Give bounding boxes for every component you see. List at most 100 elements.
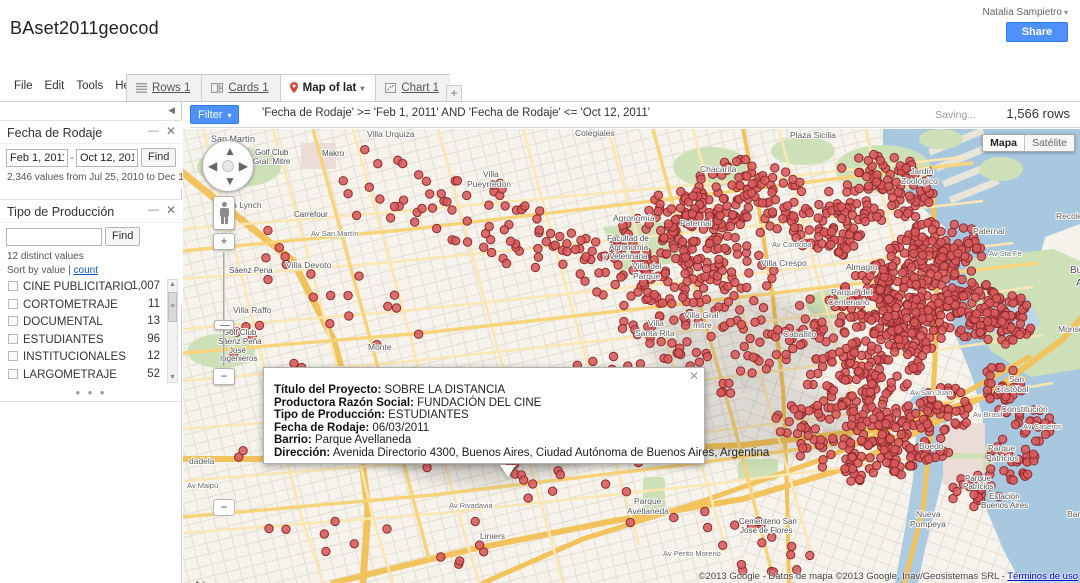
sort-by-count-link[interactable]: count [74, 265, 98, 276]
date-filter-meta: 2,346 values from Jul 25, 2010 to Dec 1,… [7, 172, 212, 183]
pan-down-icon[interactable]: ▼ [224, 175, 236, 187]
tab-chart[interactable]: Chart 1 [375, 74, 451, 104]
view-tabs: Rows 1 Cards 1 Map of lat ▾ Chart 1 [126, 74, 451, 104]
list-item[interactable]: LARGOMETRAJE 52 [0, 367, 182, 384]
minimize-icon[interactable]: — [148, 125, 159, 137]
svg-text:Jose de Flores: Jose de Flores [740, 526, 792, 535]
date-to-input[interactable] [76, 148, 138, 167]
map-canvas: Villa Urquiza Colegiales Plaza SiciliaSan … [183, 129, 1080, 583]
pan-left-icon[interactable]: ◀ [208, 160, 217, 172]
svg-text:Villa: Villa [483, 169, 499, 179]
svg-text:Almagro: Almagro [846, 262, 878, 272]
info-row: Dirección: Avenida Directorio 4300, Buen… [274, 447, 769, 460]
zoom-out-secondary-button[interactable]: − [213, 499, 235, 516]
map-pan-control[interactable]: ▲ ▼ ◀ ▶ [202, 140, 254, 192]
svg-text:Agronomía: Agronomía [609, 243, 649, 252]
scrollbar-thumb[interactable]: ≡ [168, 292, 177, 322]
map-type-control[interactable]: Mapa Satélite [982, 134, 1075, 152]
svg-text:Zoológico: Zoológico [901, 176, 938, 186]
tab-chart-label: Chart 1 [401, 82, 440, 94]
info-label: Dirección: [274, 446, 331, 459]
filter-sidebar: ◀ Fecha de Rodaje — ✕ - Find 2,346 values… [0, 102, 212, 583]
value-label: CORTOMETRAJE [23, 298, 118, 311]
list-item[interactable]: CINE PUBLICITARIO 1,007 [0, 279, 182, 297]
minimize-icon[interactable]: — [148, 204, 159, 216]
map-type-satelite-button[interactable]: Satélite [1025, 135, 1074, 151]
zoom-in-button[interactable]: + [213, 233, 235, 250]
add-tab-button[interactable]: + [446, 85, 462, 102]
svg-text:Parque: Parque [633, 271, 661, 281]
close-icon[interactable]: ✕ [166, 203, 176, 217]
pan-up-icon[interactable]: ▲ [224, 145, 236, 157]
value-label: CINE PUBLICITARIO [23, 281, 133, 293]
svg-text:Agronomía: Agronomía [613, 213, 655, 223]
list-item[interactable]: DOCUMENTAL 13 [0, 314, 182, 332]
svg-text:Av Rivadavia: Av Rivadavia [449, 501, 493, 510]
svg-text:Villa del: Villa del [632, 261, 662, 271]
filter-value-list[interactable]: CINE PUBLICITARIO 1,007 CORTOMETRAJE 11 DO… [0, 279, 182, 383]
map-attribution: ©2013 Google - Datos de mapa ©2013 Googl… [699, 571, 1078, 582]
terms-of-use-link[interactable]: Términos de uso [1007, 571, 1078, 582]
svg-text:Pompeya: Pompeya [910, 519, 946, 529]
sidebar-collapse-button[interactable]: ◀ [168, 105, 175, 116]
distinct-values-label: 12 distinct values [7, 251, 84, 262]
map-zoom-control[interactable]: + − [213, 233, 235, 385]
map-view[interactable]: Villa Urquiza Colegiales Plaza Sicilia San … [183, 129, 1080, 583]
checkbox[interactable] [8, 333, 18, 344]
zoom-slider-thumb[interactable] [214, 320, 234, 330]
date-from-input[interactable] [6, 148, 68, 167]
list-item[interactable]: ESTUDIANTES 96 [0, 332, 182, 350]
checkbox[interactable] [8, 298, 18, 309]
list-item[interactable]: CORTOMETRAJE 11 [0, 297, 182, 315]
checkbox[interactable] [8, 368, 18, 379]
svg-text:Monserrat: Monserrat [1058, 324, 1080, 334]
svg-text:Cementerio San: Cementerio San [739, 517, 797, 526]
saving-status: Saving... [935, 109, 976, 121]
svg-text:Sáenz Pena: Sáenz Pena [229, 266, 273, 275]
value-list-scrollbar[interactable]: ▲ ≡ ▼ [167, 279, 178, 383]
close-icon[interactable]: ✕ [166, 124, 176, 138]
info-label: Barrio: [274, 434, 312, 446]
date-find-button[interactable]: Find [141, 148, 177, 167]
checkbox[interactable] [8, 351, 18, 361]
tab-rows[interactable]: Rows 1 [126, 74, 202, 102]
menu-item-tools[interactable]: Tools [70, 78, 109, 94]
tab-cards[interactable]: Cards 1 [201, 74, 280, 102]
sort-control: Sort by value | count [7, 265, 98, 276]
pan-center-button[interactable] [222, 160, 234, 172]
divider [0, 401, 182, 402]
menu-item-file[interactable]: File [8, 78, 39, 94]
zoom-out-button[interactable]: − [213, 368, 235, 385]
pan-right-icon[interactable]: ▶ [239, 160, 248, 172]
checkbox[interactable] [8, 316, 18, 326]
menu-item-edit[interactable]: Edit [39, 78, 71, 94]
type-find-button[interactable]: Find [105, 227, 141, 246]
type-search-input[interactable] [6, 227, 102, 246]
chart-icon [385, 77, 397, 104]
list-item[interactable]: INSTITUCIONALES 12 [0, 349, 182, 367]
zoom-slider-track[interactable] [223, 252, 225, 366]
street-view-pegman-icon[interactable] [213, 196, 235, 230]
map-type-mapa-button[interactable]: Mapa [983, 135, 1025, 151]
chevron-down-icon[interactable]: ▾ [360, 84, 364, 93]
scroll-up-icon[interactable]: ▲ [168, 280, 177, 289]
date-range-row: - Find [6, 148, 177, 167]
close-icon[interactable]: ✕ [689, 370, 699, 382]
filter-button[interactable]: Filter ▾ [190, 105, 240, 124]
tab-map-of-lat[interactable]: Map of lat ▾ [279, 74, 376, 102]
info-value: ESTUDIANTES [388, 409, 469, 421]
svg-text:Cristóbal: Cristóbal [995, 384, 1029, 394]
svg-text:Jardín: Jardín [910, 166, 934, 176]
checkbox[interactable] [8, 281, 18, 291]
share-button[interactable]: Share [1006, 22, 1068, 42]
map-info-window[interactable]: ✕ Título del Proyecto: SOBRE LA DISTANCI… [263, 367, 769, 477]
svg-text:Villa Urquiza: Villa Urquiza [367, 129, 415, 139]
svg-text:Avellaneda: Avellaneda [627, 506, 669, 516]
account-menu[interactable]: Natalia Sampietro ▾ [983, 7, 1069, 18]
page-title: BAset2011geocod [10, 18, 159, 38]
show-more-values-button[interactable]: • • • [0, 385, 182, 400]
scroll-down-icon[interactable]: ▼ [168, 373, 177, 382]
svg-text:Carrefour: Carrefour [294, 210, 328, 219]
filter-card-tipo-de-produccion: Tipo de Producción — ✕ Find 12 distinct … [0, 199, 182, 402]
value-count: 96 [147, 332, 160, 345]
